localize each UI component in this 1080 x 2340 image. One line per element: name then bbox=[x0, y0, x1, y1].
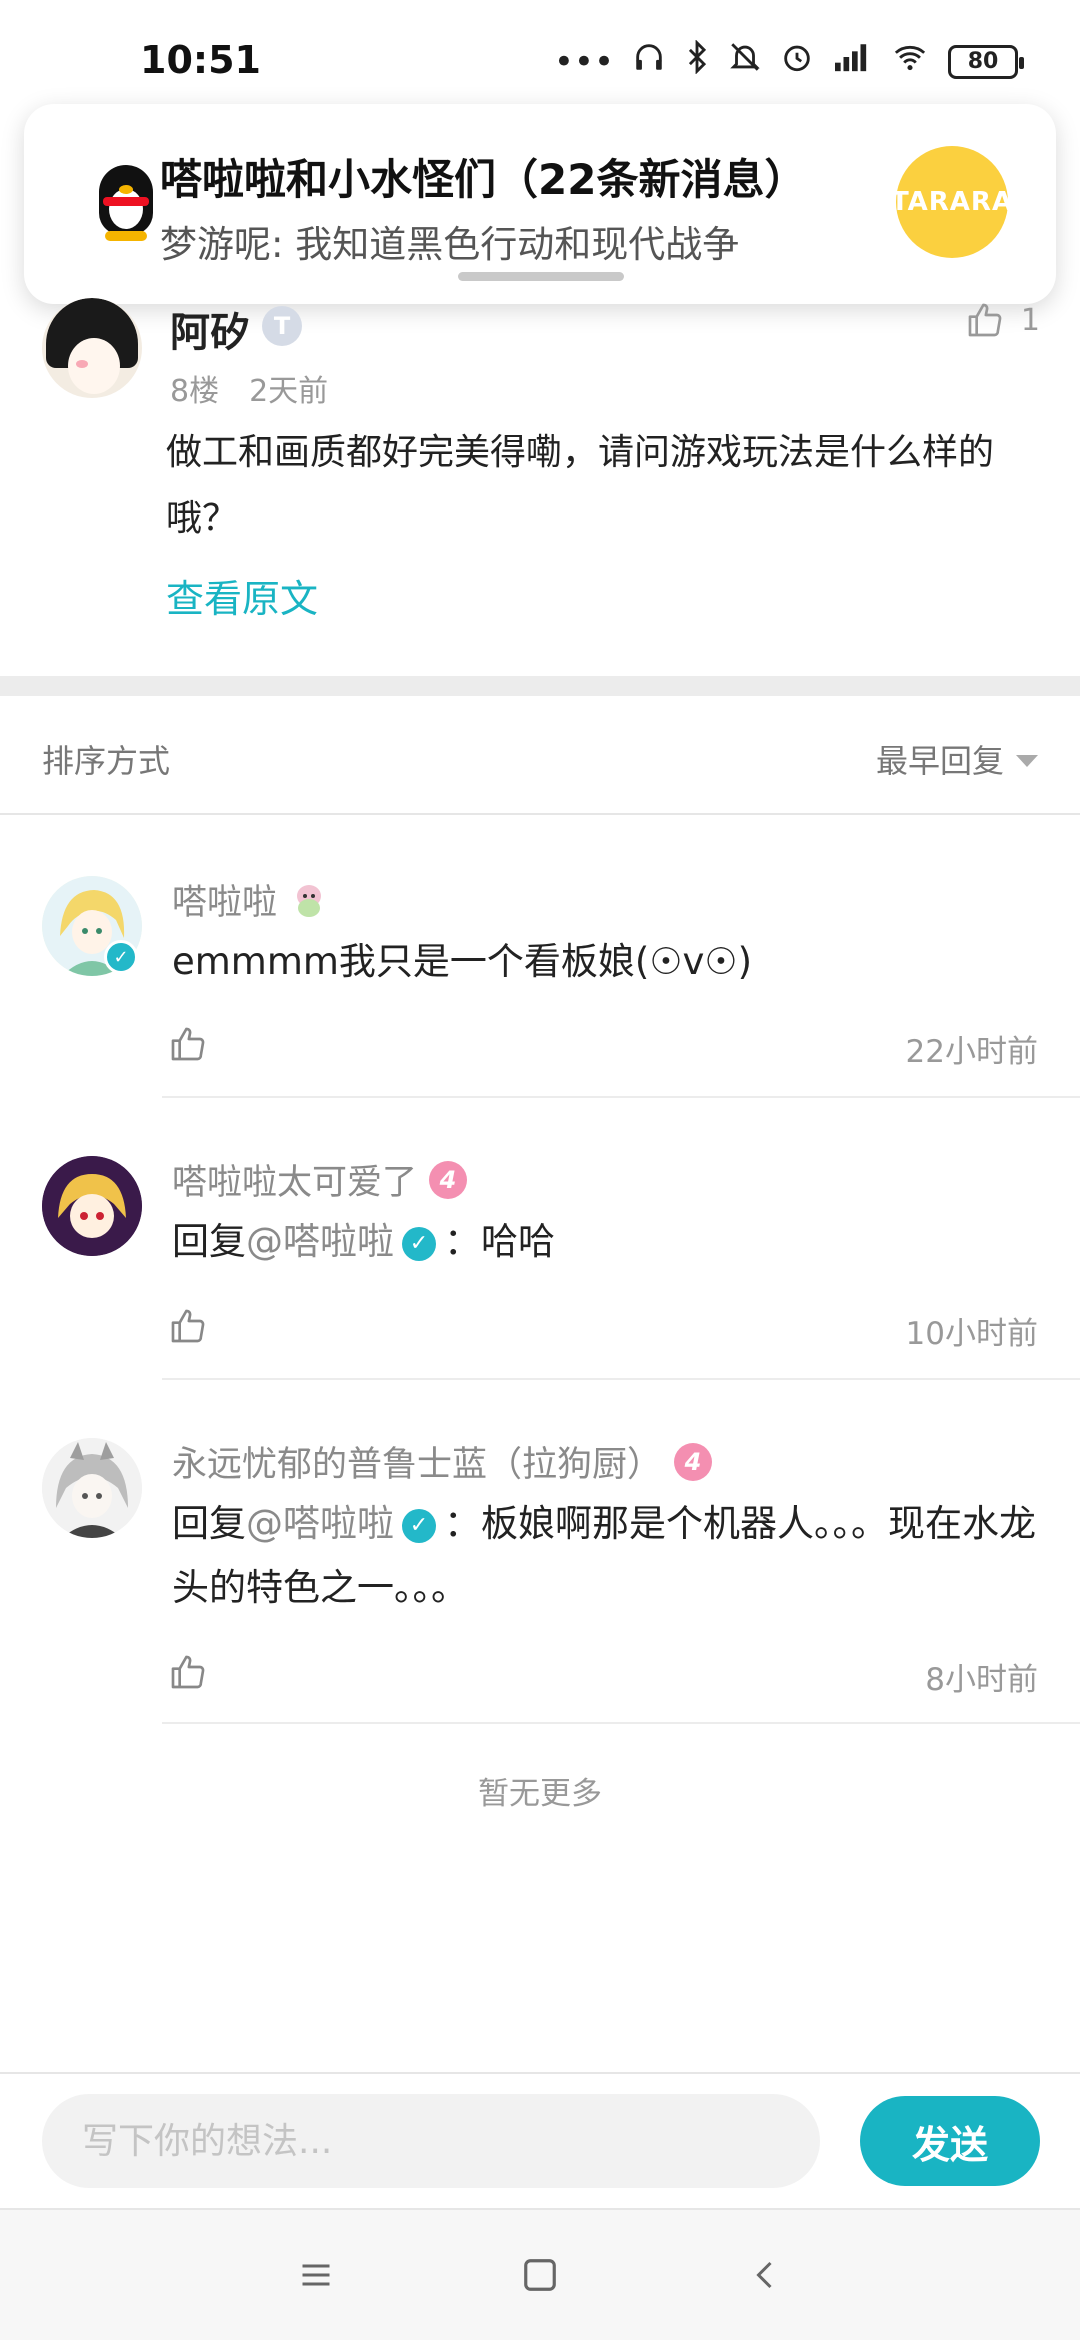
section-divider bbox=[0, 676, 1080, 696]
thumbs-up-icon[interactable] bbox=[168, 1024, 208, 1064]
send-button[interactable]: 发送 bbox=[860, 2096, 1040, 2186]
caret-down-icon bbox=[1016, 755, 1038, 767]
reply-time: 10小时前 bbox=[905, 1316, 1038, 1352]
status-time: 10:51 bbox=[140, 38, 261, 82]
thumbs-up-icon bbox=[968, 303, 1002, 337]
menu-icon bbox=[302, 2264, 330, 2286]
comment-author[interactable]: 阿矽 bbox=[170, 300, 250, 358]
signal-icon bbox=[832, 40, 872, 83]
reply-text: emmmm我只是一个看板娘(☉v☉) bbox=[172, 940, 753, 983]
divider bbox=[0, 2072, 1080, 2074]
avatar[interactable] bbox=[42, 1438, 142, 1538]
comment-meta: 8楼 2天前 bbox=[170, 366, 328, 410]
notification-banner[interactable]: 嗒啦啦和小水怪们（22条新消息） 梦游呢: 我知道黑色行动和现代战争 TARAR… bbox=[24, 104, 1056, 304]
reply-author-name: 嗒啦啦太可爱了 bbox=[172, 1163, 418, 1203]
reply-prefix: 回复 bbox=[172, 1220, 246, 1263]
reply-prefix: 回复 bbox=[172, 1502, 246, 1545]
avatar[interactable] bbox=[42, 1156, 142, 1256]
more-dots-icon: ••• bbox=[553, 41, 614, 82]
thumbs-up-icon[interactable] bbox=[168, 1652, 208, 1692]
reply-author-name: 嗒啦啦 bbox=[172, 883, 278, 923]
home-button[interactable] bbox=[480, 2210, 600, 2340]
thumbs-up-icon[interactable] bbox=[168, 1306, 208, 1346]
comment-input[interactable] bbox=[42, 2094, 820, 2188]
muted-bell-icon bbox=[728, 40, 762, 83]
system-nav-bar bbox=[0, 2210, 1080, 2340]
back-chevron-icon bbox=[756, 2261, 772, 2289]
notification-title: 嗒啦啦和小水怪们（22条新消息） bbox=[160, 155, 807, 204]
reply-author[interactable]: 嗒啦啦太可爱了 4 bbox=[172, 1154, 468, 1205]
reply-time: 22小时前 bbox=[905, 1034, 1038, 1070]
view-original-link[interactable]: 查看原文 bbox=[166, 568, 318, 623]
status-bar: 10:51 ••• 80 bbox=[0, 0, 1080, 110]
bluetooth-icon bbox=[684, 39, 710, 83]
sort-selected: 最早回复 bbox=[875, 742, 1004, 780]
battery-icon: 80 bbox=[948, 44, 1024, 79]
divider bbox=[162, 1378, 1080, 1380]
home-square-icon bbox=[524, 2259, 556, 2291]
avatar[interactable] bbox=[42, 298, 142, 398]
sort-label: 排序方式 bbox=[42, 742, 171, 780]
notification-handle[interactable] bbox=[458, 272, 624, 281]
divider bbox=[0, 813, 1080, 815]
comment-time: 2天前 bbox=[249, 374, 329, 409]
comment-content: 做工和画质都好完美得嘞，请问游戏玩法是什么样的哦？ bbox=[166, 432, 995, 539]
verified-icon: ✓ bbox=[104, 940, 138, 974]
wifi-icon bbox=[890, 40, 930, 83]
reply-author[interactable]: 嗒啦啦 bbox=[172, 874, 329, 925]
mascot-badge-icon bbox=[297, 884, 322, 917]
like-button[interactable]: 1 bbox=[965, 300, 1040, 340]
divider bbox=[162, 1722, 1080, 1724]
reply-author-name: 永远忧郁的普鲁士蓝（拉狗厨） bbox=[172, 1445, 663, 1485]
no-more-label: 暂无更多 bbox=[478, 1776, 602, 1812]
floor-number: 8楼 bbox=[170, 374, 220, 409]
reply-author[interactable]: 永远忧郁的普鲁士蓝（拉狗厨） 4 bbox=[172, 1436, 713, 1487]
sort-dropdown[interactable]: 最早回复 bbox=[876, 736, 1038, 782]
mention-link[interactable]: @嗒啦啦 bbox=[246, 1502, 394, 1545]
menu-button[interactable] bbox=[256, 2210, 376, 2340]
back-button[interactable] bbox=[706, 2210, 826, 2340]
level-badge: 4 bbox=[674, 1442, 713, 1481]
reply-text: 回复@嗒啦啦 ✓ ：哈哈 bbox=[172, 1210, 1052, 1274]
verified-icon: ✓ bbox=[402, 1226, 436, 1261]
like-count: 1 bbox=[1020, 302, 1040, 338]
divider bbox=[162, 1096, 1080, 1098]
title-badge: T bbox=[262, 306, 302, 346]
reply-time: 8小时前 bbox=[925, 1662, 1038, 1698]
alarm-icon bbox=[780, 40, 814, 83]
level-badge: 4 bbox=[429, 1160, 468, 1199]
verified-icon: ✓ bbox=[402, 1508, 436, 1543]
mention-link[interactable]: @嗒啦啦 bbox=[246, 1220, 394, 1263]
tarara-logo: TARARA bbox=[891, 146, 1012, 258]
status-icons: ••• 80 bbox=[553, 39, 1024, 83]
reply-text: 回复@嗒啦啦 ✓ ：板娘啊那是个机器人。。。现在水龙头的特色之一。。。 bbox=[172, 1492, 1052, 1620]
notification-body: 梦游呢: 我知道黑色行动和现代战争 bbox=[160, 223, 740, 266]
reply-body: ：哈哈 bbox=[444, 1220, 555, 1263]
headphones-icon bbox=[632, 40, 666, 83]
